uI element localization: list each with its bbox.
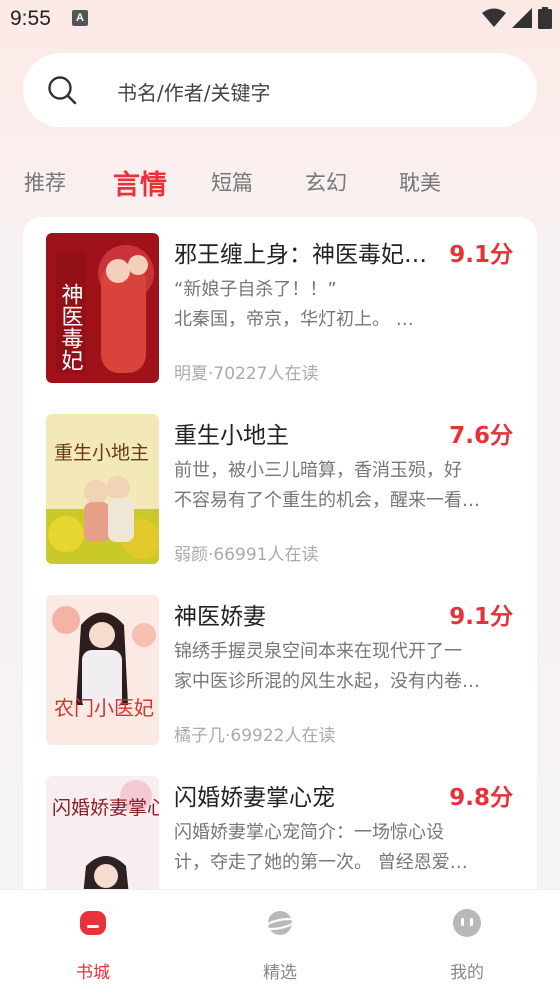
cover-text: 闪婚娇妻掌心宠 [52,797,159,819]
book-author-readers: 橘子几·69922人在读 [174,726,336,746]
book-description: “新娘子自杀了！！” 北秦国，帝京，华灯初上。 … [174,275,514,335]
book-item[interactable]: 神医毒妃 邪王缠上身：神医毒妃… 9.1分 “新娘子自杀了！！” 北秦国，帝京，… [23,217,537,397]
book-description: 锦绣手握灵泉空间本来在现代开了一 家中医诊所混的风生水起，没有内卷… [174,637,514,697]
book-description-line: 北秦国，帝京，华灯初上。 … [174,309,414,330]
book-description-line: 锦绣手握灵泉空间本来在现代开了一 [174,641,462,662]
tab-danmei[interactable]: 耽美 [399,167,441,197]
nav-label: 精选 [263,963,297,983]
book-title: 闪婚娇妻掌心宠 [174,785,335,811]
book-score: 7.6分 [449,423,513,449]
nav-featured[interactable]: 精选 [240,908,320,983]
book-title: 邪王缠上身：神医毒妃… [174,242,427,268]
book-cover[interactable]: 农门小医妃 [46,595,159,745]
book-description: 前世，被小三儿暗算，香消玉殒，好 不容易有了个重生的机会，醒来一看… [174,456,514,516]
book-description-line: 计，夺走了她的第一次。 曾经恩爱… [174,852,468,873]
profile-face-icon [453,909,481,937]
signal-icon [512,8,532,28]
tab-fantasy[interactable]: 玄幻 [305,167,347,197]
book-cover[interactable]: 神医毒妃 [46,233,159,383]
book-author-readers: 弱颜·66991人在读 [174,545,319,565]
notification-a-icon: A [72,10,88,26]
category-tabs: 推荐 言情 短篇 玄幻 耽美 [0,155,560,210]
cover-text: 神医毒妃 [58,283,84,371]
book-description-line: 不容易有了个重生的机会，醒来一看… [174,490,480,511]
nav-profile[interactable]: 我的 [427,908,507,983]
book-description: 闪婚娇妻掌心宠简介：一场惊心设 计，夺走了她的第一次。 曾经恩爱… [174,818,514,878]
book-author-readers: 明夏·70227人在读 [174,364,319,384]
book-title: 重生小地主 [174,423,289,449]
nav-label: 我的 [450,963,484,983]
book-item[interactable]: 农门小医妃 神医娇妻 9.1分 锦绣手握灵泉空间本来在现代开了一 家中医诊所混的… [23,579,537,759]
search-bar[interactable]: 书名/作者/关键字 [23,53,537,127]
book-description-line: 家中医诊所混的风生水起，没有内卷… [174,671,480,692]
book-description-line: “新娘子自杀了！！” [174,279,337,300]
book-score: 9.1分 [449,242,513,268]
tab-romance[interactable]: 言情 [113,163,167,202]
book-description-line: 闪婚娇妻掌心宠简介：一场惊心设 [174,822,444,843]
book-item[interactable]: 重生小地主 重生小地主 7.6分 前世，被小三儿暗算，香消玉殒，好 不容易有了个… [23,398,537,578]
book-cover[interactable]: 重生小地主 [46,414,159,564]
tab-recommend[interactable]: 推荐 [24,167,66,197]
status-icons [482,7,552,29]
book-score: 9.8分 [449,785,513,811]
book-score: 9.1分 [449,604,513,630]
bottom-navigation: 书城 精选 我的 [0,889,560,995]
status-time: 9:55 [10,7,51,30]
search-input[interactable]: 书名/作者/关键字 [117,77,270,106]
book-item[interactable]: 闪婚娇妻掌心宠 闪婚娇妻掌心宠 9.8分 闪婚娇妻掌心宠简介：一场惊心设 计，夺… [23,760,537,897]
book-title: 神医娇妻 [174,604,266,630]
planet-icon [264,911,296,935]
cover-text: 重生小地主 [54,442,149,464]
bookstore-icon [80,911,106,935]
status-bar: 9:55 A [0,0,560,40]
nav-bookstore[interactable]: 书城 [53,908,133,983]
cover-text: 农门小医妃 [54,696,154,720]
book-description-line: 前世，被小三儿暗算，香消玉殒，好 [174,460,462,481]
search-icon [48,76,77,105]
wifi-icon [482,8,506,27]
tab-short[interactable]: 短篇 [211,167,253,197]
battery-icon [538,7,552,29]
nav-label: 书城 [76,963,110,983]
book-cover[interactable]: 闪婚娇妻掌心宠 [46,776,159,897]
book-list: 神医毒妃 邪王缠上身：神医毒妃… 9.1分 “新娘子自杀了！！” 北秦国，帝京，… [23,217,537,897]
